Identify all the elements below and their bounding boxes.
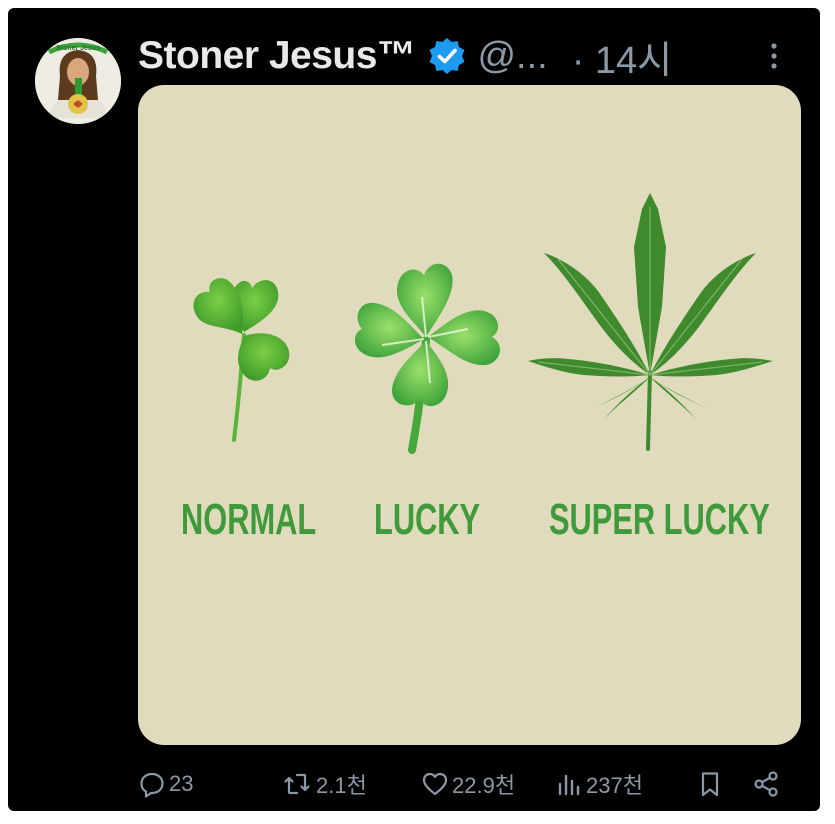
action-bar: 23 2.1천 22.9천 237천 [138, 766, 798, 802]
author-name[interactable]: Stoner Jesus™ [138, 34, 416, 78]
cannabis-leaf-icon [528, 187, 773, 452]
avatar[interactable]: Stoner Jesus [35, 38, 121, 124]
bookmark-button[interactable] [696, 766, 727, 802]
more-options-icon[interactable] [768, 38, 780, 74]
avatar-badge-text: Stoner Jesus [56, 45, 100, 52]
share-icon [754, 771, 778, 797]
three-leaf-clover-icon [178, 260, 303, 445]
panel-label-lucky: LUCKY [374, 495, 481, 544]
tweet-header: Stoner Jesus™ @... · 14시 [138, 30, 672, 82]
retweet-button[interactable]: 2.1천 [281, 766, 367, 802]
author-handle[interactable]: @... [477, 35, 547, 78]
view-count: 237천 [586, 773, 643, 798]
like-button[interactable]: 22.9천 [421, 766, 515, 802]
reply-button[interactable]: 23 [138, 766, 193, 802]
retweet-count: 2.1천 [316, 773, 367, 798]
tweet-card: Stoner Jesus Stoner Jesus™ @... · 14시 NO… [8, 8, 820, 811]
panel-label-normal: NORMAL [181, 495, 317, 544]
tweet-media-image[interactable]: NORMAL LUCKY SUPER LUCKY [138, 85, 801, 745]
views-button[interactable]: 237천 [555, 766, 643, 802]
verified-badge-icon [427, 36, 467, 76]
like-count: 22.9천 [452, 773, 516, 798]
heart-icon [422, 772, 448, 796]
reply-icon [140, 772, 164, 798]
avatar-image: Stoner Jesus [35, 38, 121, 124]
retweet-icon [284, 773, 310, 795]
four-leaf-clover-icon [344, 245, 509, 455]
reply-count: 23 [169, 771, 194, 796]
timestamp[interactable]: · 14시 [572, 29, 672, 84]
views-chart-icon [558, 774, 580, 796]
time-text: 14시 [594, 39, 673, 82]
panel-label-super-lucky: SUPER LUCKY [549, 495, 770, 544]
bookmark-icon [701, 772, 719, 797]
separator-dot: · [571, 39, 585, 82]
share-button[interactable] [752, 766, 783, 802]
